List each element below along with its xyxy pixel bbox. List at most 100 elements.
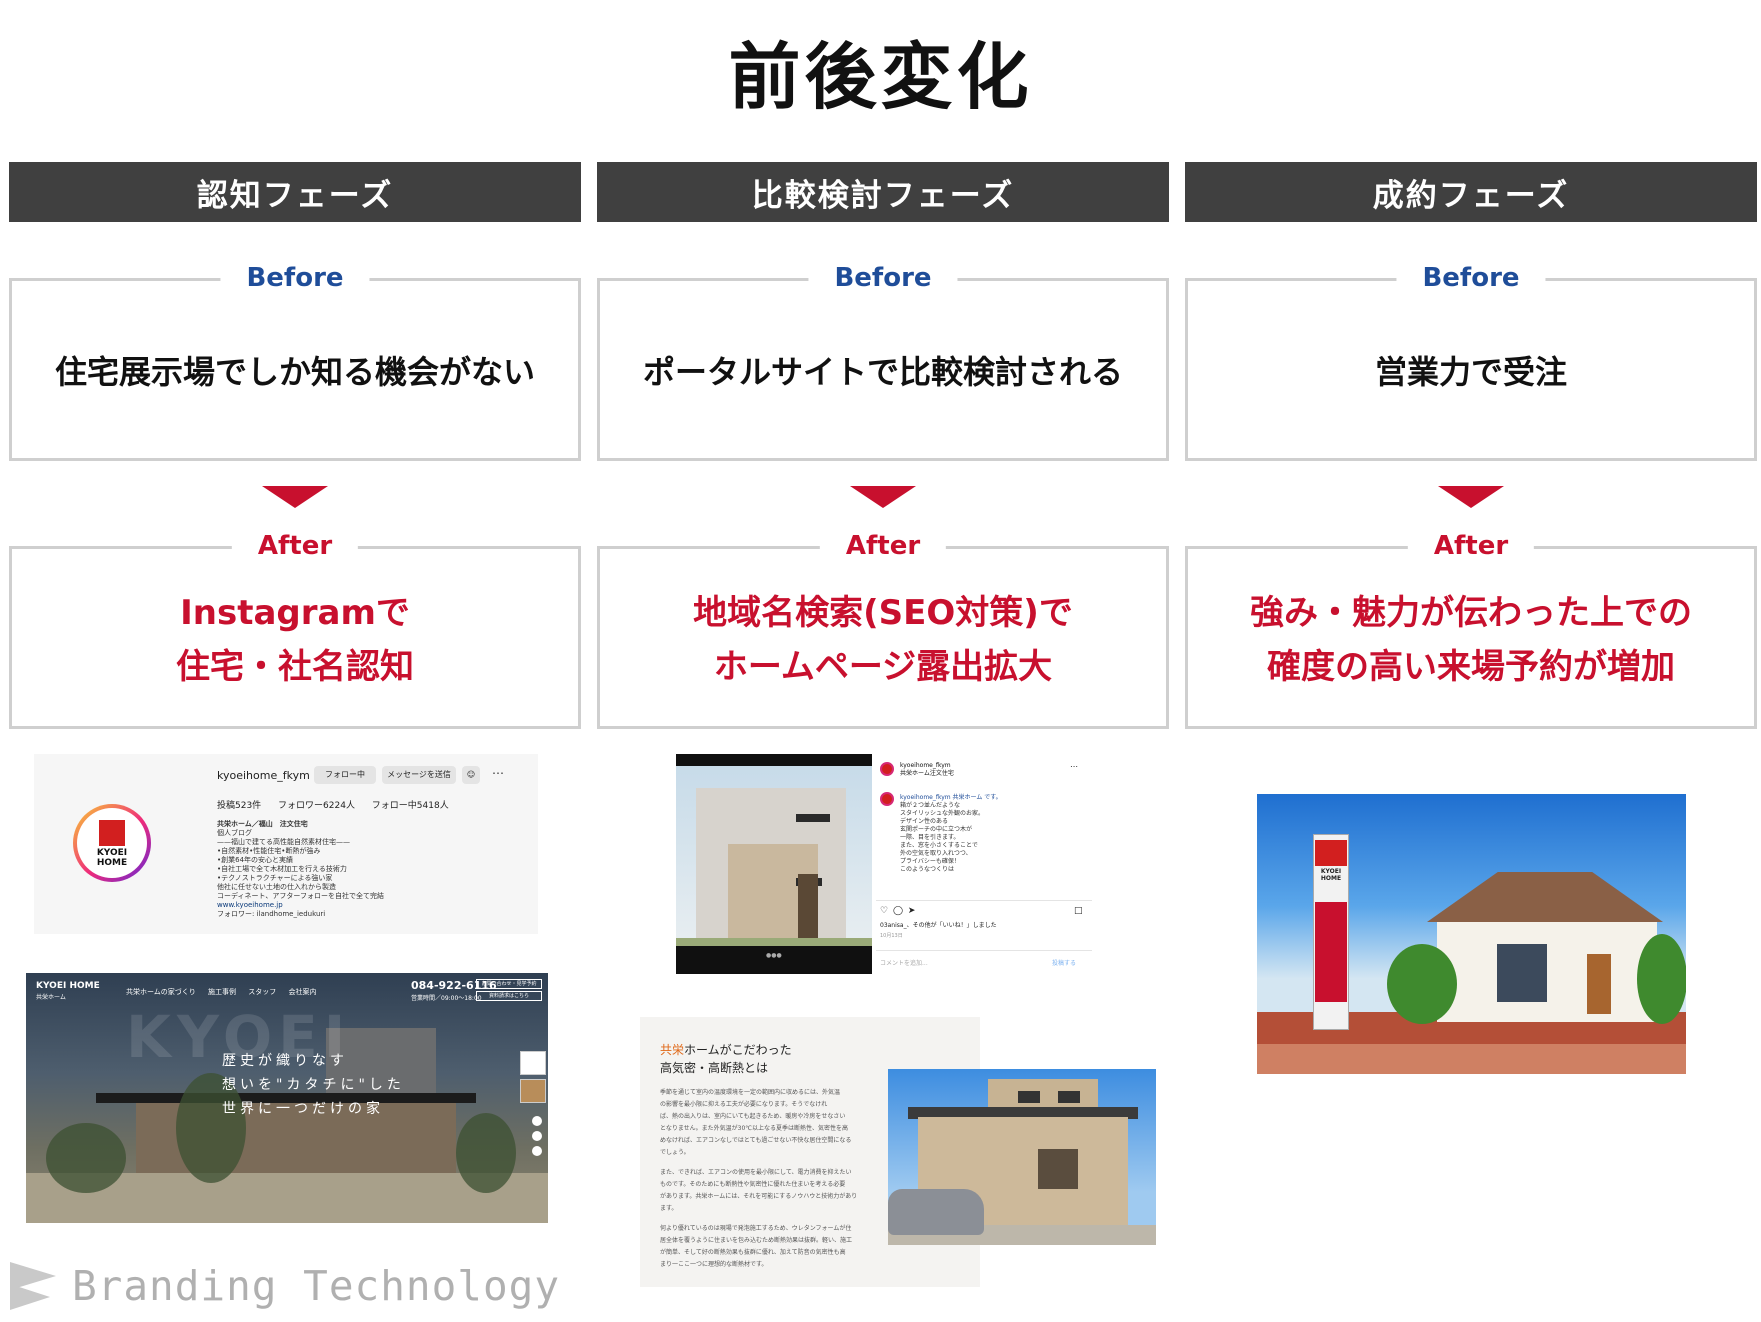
site-brand-sub: 共栄ホーム bbox=[36, 994, 66, 1001]
followed-by: フォロワー: ilandhome_iedukuri bbox=[217, 910, 326, 918]
paragraph-line: があります。共栄ホームには、それを可能にするノウハウと技術力があり bbox=[660, 1193, 858, 1200]
article-paragraph: 季節を通じて室内の温度環境を一定の範囲内に収めるには、外気温 の影響を最小限に抑… bbox=[660, 1087, 870, 1159]
post-photo: ●●● bbox=[676, 754, 872, 974]
post-avatar bbox=[880, 762, 894, 776]
bio-line: 共栄ホーム／福山 注文住宅 bbox=[217, 820, 308, 828]
tagline-line: 想いを"カタチに"した bbox=[222, 1077, 405, 1093]
carousel-dots-icon: ●●● bbox=[766, 952, 782, 959]
before-text: 住宅展示場でしか知る機会がない bbox=[54, 352, 535, 391]
instagram-post-screenshot: ●●● kyoeihome_fkym 共栄ホーム注文住宅 ⋯ kyoeihome… bbox=[676, 754, 1092, 974]
footer-brand: Branding Technology bbox=[72, 1262, 560, 1310]
logo-text: KYOEI HOME bbox=[96, 848, 128, 868]
bio-link: www.kyoeihome.jp bbox=[217, 901, 283, 909]
facebook-icon bbox=[532, 1131, 542, 1141]
caption-line: 玄関ポーチの中に立つ木が bbox=[900, 826, 973, 833]
article-paragraph: また、できれば、エアコンの使用を最小限にして、電力消費を抑えたい ものです。その… bbox=[660, 1167, 870, 1215]
post-caption: kyoeihome_fkym 共栄ホーム です。 箱が２つ並んだような スタイリ… bbox=[900, 794, 1080, 874]
tree bbox=[456, 1113, 516, 1193]
paragraph-line: の影響を最小限に抑える工夫が必要になります。そうでなけれ bbox=[660, 1101, 828, 1108]
caption-line: このようなつくりは bbox=[900, 866, 955, 873]
paragraph-line: まり一ここ一つに理想的な断熱材です。 bbox=[660, 1261, 768, 1268]
bio-line: 個人ブログ bbox=[217, 829, 252, 837]
instagram-icon bbox=[532, 1146, 542, 1156]
site-brand: KYOEI HOME bbox=[36, 981, 100, 991]
heading-accent: 共栄 bbox=[660, 1043, 685, 1057]
paragraph-line: 何より優れているのは現場で発泡施工するため、ウレタンフォームが住 bbox=[660, 1225, 852, 1232]
bio-line: •自社工場で全て木材加工を行える技術力 bbox=[217, 865, 347, 873]
after-box: After Instagramで 住宅・社名認知 bbox=[9, 531, 581, 729]
more-icon: ⋯ bbox=[492, 766, 504, 780]
caption-line: 外の空気を取り入れつつ、 bbox=[900, 850, 972, 857]
comment-input: コメントを追加... bbox=[880, 960, 928, 967]
before-box: Before 営業力で受注 bbox=[1185, 263, 1757, 461]
after-box: After 強み・魅力が伝わった上での 確度の高い来場予約が増加 bbox=[1185, 531, 1757, 729]
comment-icon: ◯ bbox=[892, 906, 904, 916]
hero-tagline: 歴史が織りなす 想いを"カタチに"した 世界に一つだけの家 bbox=[222, 1049, 405, 1121]
bio-line: ——福山で建てる高性能自然素材住宅—— bbox=[217, 838, 350, 846]
paragraph-line: めなければ、エアコンなしではとても過ごせない不快な居住空間になる bbox=[660, 1137, 852, 1144]
down-arrow-icon bbox=[850, 486, 916, 508]
car-image bbox=[888, 1189, 984, 1235]
after-text-line: ホームページ露出拡大 bbox=[713, 646, 1053, 687]
tree bbox=[46, 1123, 126, 1193]
divider bbox=[876, 900, 1092, 901]
caption-line: 箱が２つ並んだような bbox=[900, 802, 961, 809]
after-text: 強み・魅力が伝わった上での 確度の高い来場予約が増加 bbox=[1188, 549, 1754, 726]
tagline-line: 世界に一つだけの家 bbox=[222, 1101, 384, 1117]
divider bbox=[876, 950, 1092, 951]
caption-avatar bbox=[880, 792, 894, 806]
share-icon: ➤ bbox=[907, 906, 916, 916]
instagram-profile-screenshot: KYOEI HOME kyoeihome_fkym フォロー中 メッセージを送信… bbox=[34, 754, 538, 934]
kyoei-logo-icon bbox=[1315, 840, 1347, 866]
down-arrow-icon bbox=[262, 486, 328, 508]
article-house-photo bbox=[888, 1069, 1156, 1245]
before-text: ポータルサイトで比較検討される bbox=[642, 352, 1123, 391]
paragraph-line: でしょう。 bbox=[660, 1149, 690, 1156]
paragraph-line: 居全体を覆うように住まいを包み込むため断熱効果は抜群。軽い、施工 bbox=[660, 1237, 853, 1244]
heading-line: 高気密・高断熱とは bbox=[660, 1061, 769, 1075]
more-icon: ⋯ bbox=[1070, 762, 1078, 771]
bio-line: 他社に任せない土地の仕入れから製造 bbox=[217, 883, 336, 891]
tagline-line: 歴史が織りなす bbox=[222, 1053, 348, 1069]
after-text-line: Instagramで bbox=[180, 592, 410, 633]
catalog-button: 資料請求はこちら bbox=[476, 991, 542, 1001]
paragraph-line: となりません。また外気温が30℃以上なる夏季は断熱性、気密性を高 bbox=[660, 1125, 849, 1132]
bookmark-icon: □ bbox=[1074, 906, 1083, 916]
heart-icon: ♡ bbox=[880, 906, 889, 916]
sign-text: KYOEI HOME bbox=[1320, 868, 1342, 882]
caption-line: プライバシーも確保！ bbox=[900, 858, 960, 865]
article-paragraph: 何より優れているのは現場で発泡施工するため、ウレタンフォームが住 居全体を覆うよ… bbox=[660, 1223, 870, 1271]
paragraph-line: が簡単、そして好の断熱効果も抜群に優れ、加えて防音の気密性も高 bbox=[660, 1249, 846, 1256]
after-text-line: 確度の高い来場予約が増加 bbox=[1267, 646, 1675, 687]
kyoei-logo-icon bbox=[99, 820, 125, 846]
heading-rest: ホームがこだわった bbox=[684, 1043, 792, 1057]
bio-line: •テクノストラクチャーによる強い家 bbox=[217, 874, 333, 882]
post-user: kyoeihome_fkym 共栄ホーム注文住宅 bbox=[900, 762, 954, 778]
model-house-photo: KYOEI HOME bbox=[1257, 794, 1686, 1074]
post-username: kyoeihome_fkym bbox=[900, 762, 951, 769]
paragraph-line: ます。 bbox=[660, 1205, 678, 1212]
after-box: After 地域名検索(SEO対策)で ホームページ露出拡大 bbox=[597, 531, 1169, 729]
paragraph-line: ものです。そのためにも断熱性や気密性に優れた住まいを考える必要 bbox=[660, 1181, 846, 1188]
profile-stats: 投稿523件 フォロワー6224人 フォロー中5418人 bbox=[217, 801, 449, 811]
profile-bio: 共栄ホーム／福山 注文住宅 個人ブログ ——福山で建てる高性能自然素材住宅—— … bbox=[217, 820, 517, 919]
caption-line: 一際、目を引きます。 bbox=[900, 834, 960, 841]
down-arrow-icon bbox=[1438, 486, 1504, 508]
before-text: 営業力で受注 bbox=[1374, 352, 1567, 391]
follow-button: フォロー中 bbox=[314, 766, 376, 784]
caption-line: デザイン性のある bbox=[900, 818, 949, 825]
side-thumbnail bbox=[520, 1079, 546, 1103]
post-location: 共栄ホーム注文住宅 bbox=[900, 770, 954, 777]
phase-header: 認知フェーズ bbox=[9, 162, 581, 222]
website-screenshot: KYOEI KYOEI HOME 共栄ホーム 共栄ホームの家づくり 施工事例 ス… bbox=[26, 973, 548, 1223]
profile-avatar: KYOEI HOME bbox=[73, 804, 151, 882]
site-hours: 営業時間／09:00～18:00 bbox=[411, 995, 482, 1002]
tiktok-icon bbox=[532, 1116, 542, 1126]
after-text: 地域名検索(SEO対策)で ホームページ露出拡大 bbox=[600, 549, 1166, 726]
sign-banner bbox=[1315, 902, 1347, 1002]
post-likes: 03anisa_、その他が「いいね！」しました bbox=[880, 922, 997, 929]
bio-line: •自然素材•性能住宅•断熱が強み bbox=[217, 847, 321, 855]
article-heading: 共栄ホームがこだわった 高気密・高断熱とは bbox=[660, 1041, 792, 1077]
phase-column-contract: 成約フェーズ Before 営業力で受注 After 強み・魅力が伝わった上での… bbox=[1185, 0, 1757, 1322]
before-box: Before 住宅展示場でしか知る機会がない bbox=[9, 263, 581, 461]
